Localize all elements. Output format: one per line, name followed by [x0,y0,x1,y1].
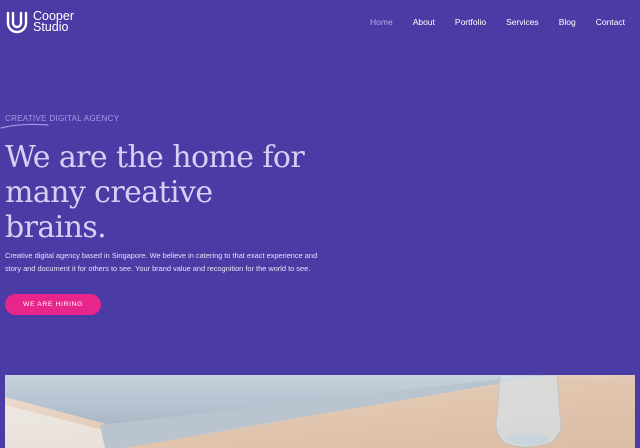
main-nav: Home About Portfolio Services Blog Conta… [350,17,625,27]
hero-photo [5,375,635,448]
nav-item-contact[interactable]: Contact [596,17,625,27]
nav-item-blog[interactable]: Blog [559,17,576,27]
nav-item-about[interactable]: About [413,17,435,27]
brand-logo[interactable]: Cooper Studio [5,10,74,34]
brand-line2: Studio [33,20,69,34]
description-line-1: Creative digital agency based in Singapo… [5,251,318,260]
desk-photo-illustration [5,375,635,448]
description-line-2: story and document it for others to see.… [5,264,311,273]
headline-line-1: We are the home for [5,140,305,175]
brand-name: Cooper Studio [33,10,74,34]
concentric-u-logo-icon [6,11,28,34]
site-header: Cooper Studio Home About Portfolio Servi… [0,0,640,46]
nav-item-portfolio[interactable]: Portfolio [455,17,486,27]
headline-line-2: many creative [5,175,213,210]
we-are-hiring-button[interactable]: WE ARE HIRING [5,294,101,315]
kicker-swoosh-underline [0,123,49,129]
kicker-rest: DIGITAL AGENCY [46,114,120,123]
nav-item-services[interactable]: Services [506,17,539,27]
hero-description: Creative digital agency based in Singapo… [5,249,325,275]
hero-headline: We are the home for many creative brains… [5,140,335,245]
nav-item-home[interactable]: Home [370,17,393,27]
headline-line-3: brains. [5,210,107,245]
